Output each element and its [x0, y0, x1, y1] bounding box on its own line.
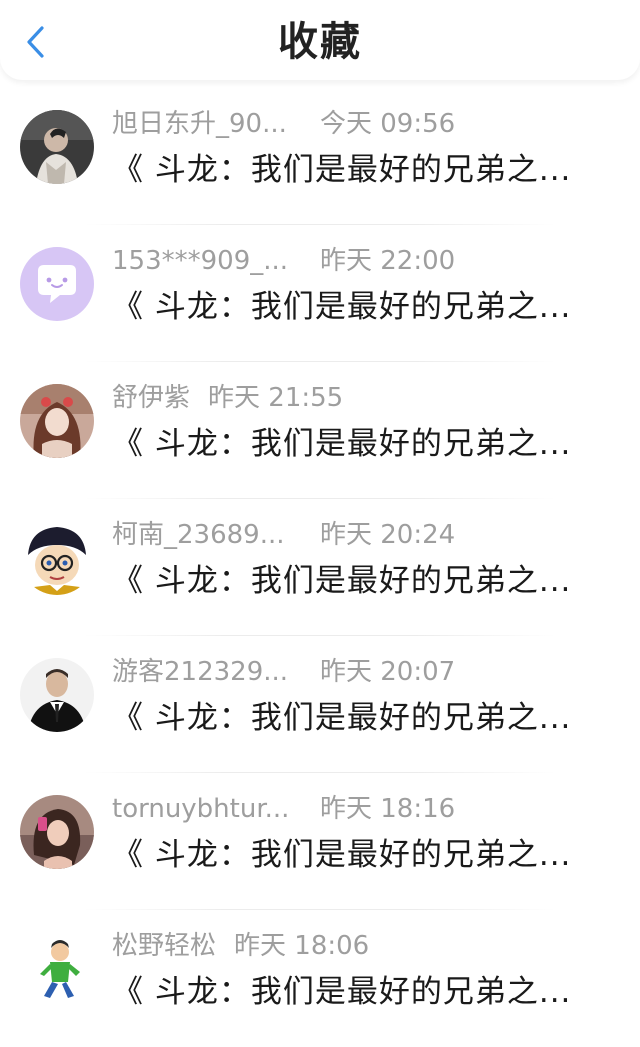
- username: 柯南_23689...: [112, 520, 285, 550]
- top-bar: 收藏: [0, 0, 640, 80]
- favorite-item[interactable]: 柯南_23689... 昨天 20:24 《 斗龙：我们是最好的兄弟之...: [0, 499, 640, 636]
- timestamp: 昨天 20:07: [320, 657, 456, 687]
- favorite-item[interactable]: 旭日东升_90... 今天 09:56 《 斗龙：我们是最好的兄弟之...: [0, 88, 640, 225]
- favorites-list: 旭日东升_90... 今天 09:56 《 斗龙：我们是最好的兄弟之... 153…: [0, 88, 640, 1047]
- username: 松野轻松: [112, 931, 217, 961]
- portrait-man-avatar[interactable]: [20, 110, 94, 184]
- item-title: 《 斗龙：我们是最好的兄弟之...: [112, 837, 572, 873]
- item-title: 《 斗龙：我们是最好的兄弟之...: [112, 700, 572, 736]
- timestamp: 昨天 18:16: [320, 794, 456, 824]
- item-title: 《 斗龙：我们是最好的兄弟之...: [112, 563, 572, 599]
- man-in-suit-avatar[interactable]: [20, 658, 94, 732]
- detective-conan-avatar[interactable]: [20, 521, 94, 595]
- item-meta: 153***909_... 昨天 22:00: [112, 243, 455, 279]
- username: tornuybhtur...: [112, 794, 290, 824]
- item-meta: 旭日东升_90... 今天 09:56: [112, 106, 455, 142]
- item-meta: 舒伊紫 昨天 21:55: [112, 380, 343, 416]
- item-meta: 游客212329... 昨天 20:07: [112, 654, 455, 690]
- item-title: 《 斗龙：我们是最好的兄弟之...: [112, 426, 572, 462]
- item-meta: tornuybhtur... 昨天 18:16: [112, 791, 455, 827]
- username: 游客212329...: [112, 657, 289, 687]
- username: 舒伊紫: [112, 383, 191, 413]
- running-boy-avatar[interactable]: [20, 932, 94, 1006]
- favorite-item[interactable]: tornuybhtur... 昨天 18:16 《 斗龙：我们是最好的兄弟之...: [0, 773, 640, 910]
- favorite-item[interactable]: 舒伊紫 昨天 21:55 《 斗龙：我们是最好的兄弟之...: [0, 362, 640, 499]
- username: 旭日东升_90...: [112, 109, 287, 139]
- timestamp: 昨天 22:00: [320, 246, 456, 276]
- timestamp: 今天 09:56: [320, 109, 456, 139]
- username: 153***909_...: [112, 246, 289, 276]
- chat-bubble-avatar[interactable]: [20, 247, 94, 321]
- favorite-item[interactable]: 松野轻松 昨天 18:06 《 斗龙：我们是最好的兄弟之...: [0, 910, 640, 1047]
- item-title: 《 斗龙：我们是最好的兄弟之...: [112, 289, 572, 325]
- timestamp: 昨天 21:55: [208, 383, 344, 413]
- item-meta: 柯南_23689... 昨天 20:24: [112, 517, 455, 553]
- favorite-item[interactable]: 153***909_... 昨天 22:00 《 斗龙：我们是最好的兄弟之...: [0, 225, 640, 362]
- timestamp: 昨天 18:06: [234, 931, 370, 961]
- item-title: 《 斗龙：我们是最好的兄弟之...: [112, 152, 572, 188]
- woman-photo-avatar[interactable]: [20, 795, 94, 869]
- page-title: 收藏: [278, 19, 362, 65]
- timestamp: 昨天 20:24: [320, 520, 456, 550]
- item-title: 《 斗龙：我们是最好的兄弟之...: [112, 974, 572, 1010]
- anime-girl-avatar[interactable]: [20, 384, 94, 458]
- item-meta: 松野轻松 昨天 18:06: [112, 928, 369, 964]
- favorite-item[interactable]: 游客212329... 昨天 20:07 《 斗龙：我们是最好的兄弟之...: [0, 636, 640, 773]
